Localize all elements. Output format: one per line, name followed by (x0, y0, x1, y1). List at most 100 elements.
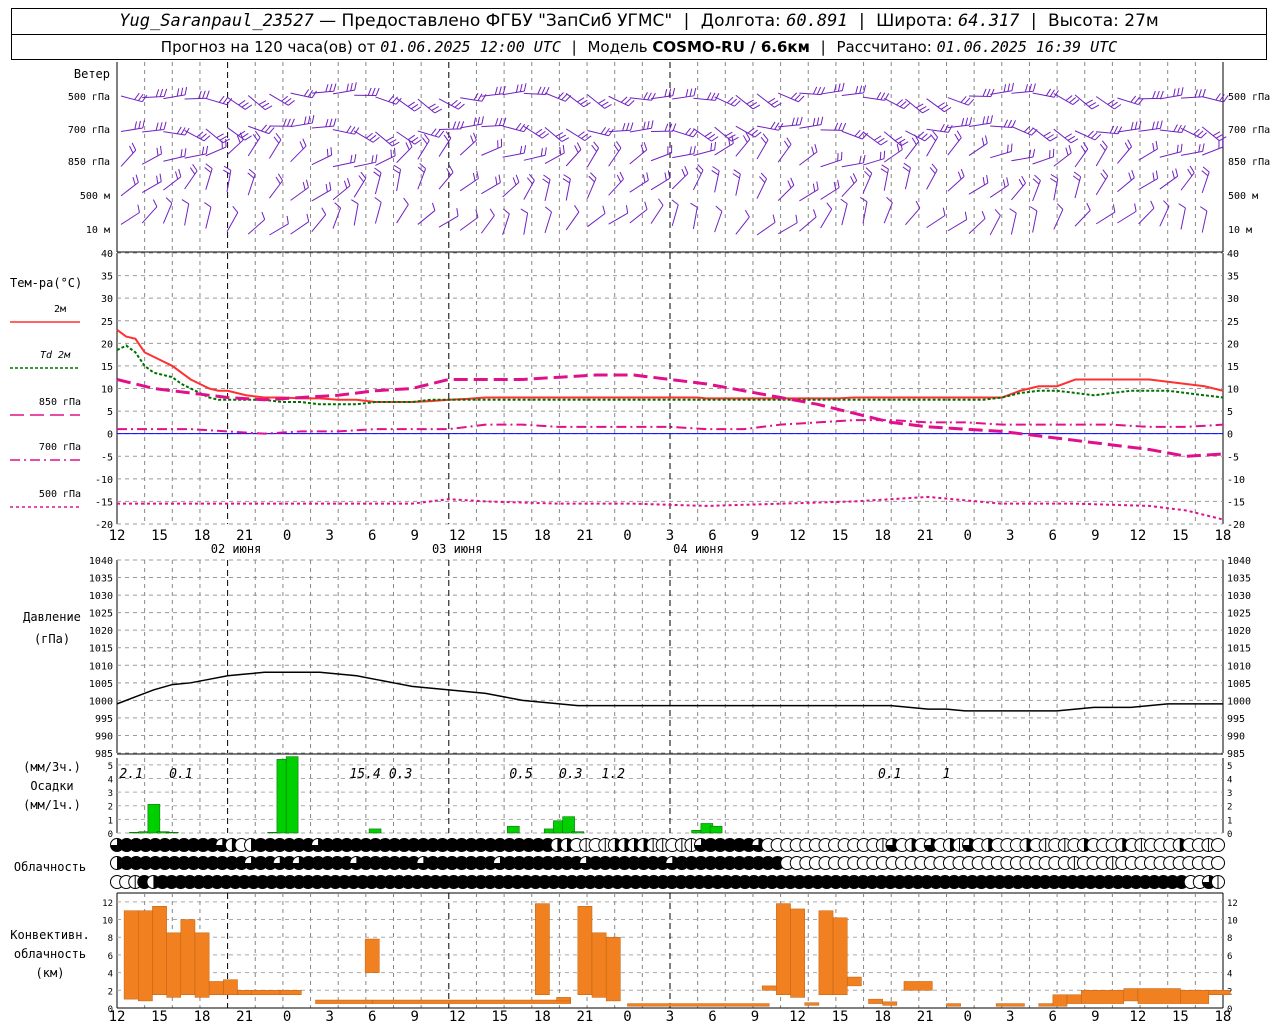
wind-barb-shaft (883, 202, 893, 224)
time-tick-label-bottom: 0 (283, 1009, 291, 1024)
wind-barb-feather (1099, 143, 1106, 151)
wind-barb (226, 132, 244, 156)
wind-barb (141, 199, 158, 224)
wind-barb-feather (1091, 132, 1098, 139)
wind-barb-feather (1069, 97, 1076, 103)
wind-barb (1095, 140, 1108, 167)
wind-barb-feather (672, 87, 676, 96)
wind-barb-feather (1070, 138, 1079, 144)
wind-barb-feather (241, 102, 249, 108)
wind-barb-shaft (523, 180, 535, 200)
wind-barb-feather (1034, 174, 1041, 181)
meteogram: Ветер 500 гПа 500 гПа 700 гПа 700 гПа 850 гПа… (10, 62, 1270, 1024)
wind-barb (226, 126, 252, 141)
wind-barb-shaft (968, 218, 986, 234)
convective-bar (364, 938, 380, 973)
wind-barb-feather (456, 208, 459, 217)
wind-barb-feather (943, 124, 949, 133)
wind-barb-shaft (1095, 175, 1109, 196)
wind-barb-shaft (1201, 171, 1210, 194)
wind-barb-feather (1049, 177, 1058, 183)
wind-barb-shaft (523, 212, 529, 235)
wind-barb-feather (1155, 120, 1159, 129)
wind-barb-shaft (1053, 209, 1064, 230)
wind-barb-shaft (354, 161, 376, 168)
time-tick-label-top: 3 (325, 528, 333, 544)
wind-level-label-left: 850 гПа (68, 157, 110, 168)
wind-barb-feather (1152, 172, 1155, 181)
wind-barb (1117, 95, 1144, 106)
wind-barb-feather (512, 177, 517, 186)
temp-tick-label-left: 40 (101, 249, 113, 260)
wind-barb (693, 128, 719, 142)
wind-barb-feather (1127, 139, 1132, 147)
wind-barb (1074, 202, 1091, 227)
wind-barb (120, 120, 145, 133)
wind-barb-feather (759, 176, 766, 183)
time-tick-label-bottom: 6 (1049, 1009, 1057, 1024)
wind-barb-feather (1086, 202, 1091, 211)
wind-barb-shaft (841, 130, 863, 140)
wind-barb (1159, 87, 1184, 100)
wind-barb-feather (799, 116, 803, 125)
wind-barb (1032, 174, 1041, 202)
wind-barb-feather (519, 145, 523, 154)
wind-barb-feather (180, 149, 183, 158)
wind-barb (629, 142, 648, 165)
wind-barb-shaft (374, 172, 382, 195)
wind-barb-shaft (672, 95, 695, 100)
wind-title: Ветер (74, 67, 110, 81)
wind-barb-feather (1134, 203, 1137, 212)
wind-barb-feather (290, 118, 295, 127)
wind-barb-feather (730, 98, 738, 105)
wind-level-label-right: 10 м (1228, 225, 1252, 236)
wind-barb-feather (990, 88, 995, 97)
wind-barb-shaft (947, 124, 970, 129)
wind-barb-feather (329, 118, 333, 127)
wind-barb-shaft (438, 171, 454, 190)
wind-barb-feather (184, 86, 188, 95)
wind-barb-feather (615, 141, 622, 149)
wind-barb-feather (929, 167, 936, 174)
precip-bar (709, 825, 723, 834)
wind-barb-feather (1032, 149, 1036, 158)
wind-barb-shaft (735, 125, 756, 138)
wind-barb-feather (616, 174, 622, 183)
wind-barb-feather (1177, 124, 1182, 133)
wind-barb-feather (405, 142, 410, 150)
wind-barb-feather (1175, 168, 1179, 177)
convective-tick-label-left: 8 (108, 934, 113, 944)
wind-barb-shaft (947, 97, 969, 106)
wind-barb-feather (411, 136, 419, 143)
precip-tick-label-right: 1 (1227, 816, 1232, 826)
temp-tick-label-right: 25 (1227, 317, 1239, 328)
wind-barb-shaft (989, 184, 1009, 198)
wind-barb-feather (625, 205, 629, 214)
wind-barb-shaft (756, 178, 768, 199)
wind-barb-shaft (417, 168, 427, 190)
wind-barb-feather (561, 93, 568, 101)
convective-bar (315, 999, 373, 1004)
wind-barb (968, 210, 986, 234)
wind-barb-feather (932, 130, 938, 138)
wind-barb (1072, 171, 1082, 199)
wind-barb (1009, 208, 1017, 235)
wind-barb-feather (204, 167, 212, 173)
precip-bar (562, 816, 575, 834)
wind-barb-feather (714, 141, 717, 150)
convective-bar (846, 976, 862, 987)
wind-barb-feather (1029, 206, 1038, 212)
wind-barb (1178, 203, 1186, 230)
temp-tick-label-left: -10 (95, 475, 113, 486)
wind-barb-feather (598, 98, 606, 104)
wind-barb-feather (261, 124, 267, 132)
wind-barb-feather (201, 146, 205, 155)
precip-tick-label-right: 2 (1227, 803, 1232, 813)
wind-barb-feather (329, 181, 332, 191)
wind-barb-feather (360, 171, 367, 179)
wind-barb-feather (275, 176, 281, 185)
wind-barb (311, 207, 327, 233)
wind-barb-feather (876, 91, 882, 100)
wind-barb-feather (311, 115, 315, 124)
wind-barb-feather (986, 115, 990, 124)
